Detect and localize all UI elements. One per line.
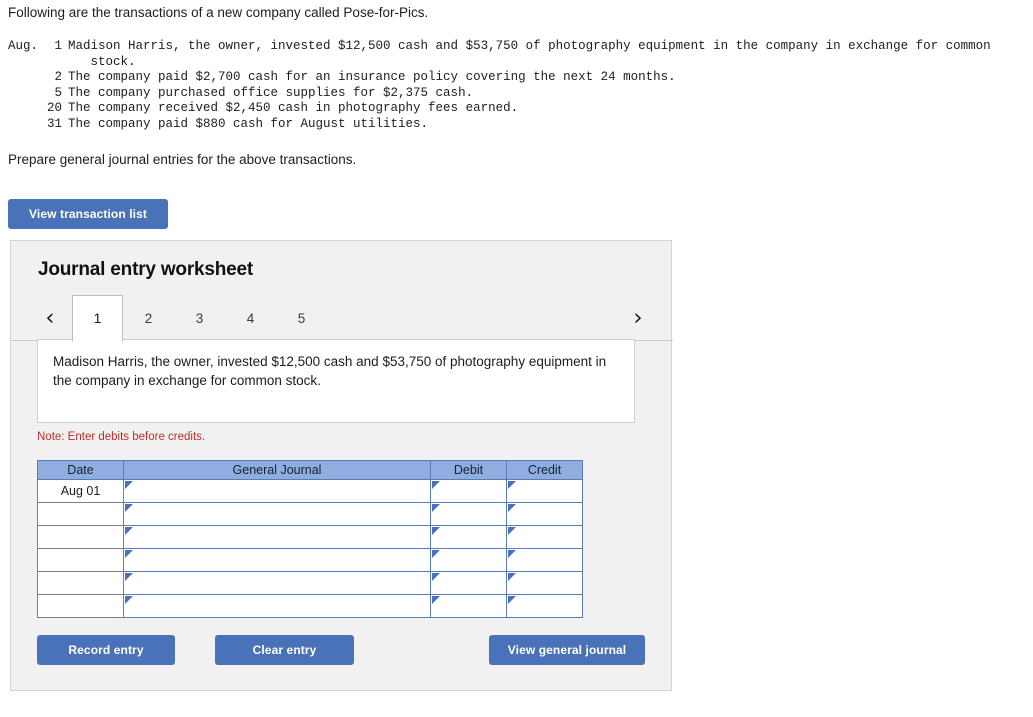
transaction-row: 20 The company received $2,450 cash in ph… [8, 101, 1023, 117]
column-header-credit: Credit [506, 460, 583, 480]
column-header-date: Date [37, 460, 124, 480]
transaction-description: The company paid $880 cash for August ut… [68, 116, 429, 131]
table-row [37, 548, 583, 572]
table-row [37, 571, 583, 595]
tab-list: 12345 [72, 294, 327, 342]
transaction-day: 1 [54, 39, 62, 53]
journal-account-input[interactable] [123, 502, 431, 526]
journal-date-cell [37, 502, 124, 526]
journal-debit-input[interactable] [430, 594, 507, 618]
journal-account-input[interactable] [123, 479, 431, 503]
journal-date-cell [37, 594, 124, 618]
problem-statement: Following are the transactions of a new … [8, 4, 1023, 169]
journal-date-cell [37, 548, 124, 572]
debit-credit-note: Note: Enter debits before credits. [37, 431, 206, 443]
journal-debit-input[interactable] [430, 502, 507, 526]
transaction-row: Aug. 1 Madison Harris, the owner, invested… [8, 39, 1023, 70]
journal-entry-table: Date General Journal Debit Credit Aug 01 [37, 460, 583, 618]
journal-date-cell [37, 525, 124, 549]
entry-description-box: Madison Harris, the owner, invested $12,… [37, 339, 635, 423]
transaction-description: The company paid $2,700 cash for an insu… [68, 70, 676, 84]
tab-entry-3[interactable]: 3 [174, 295, 225, 341]
journal-date-cell [37, 571, 124, 595]
entry-description-text: Madison Harris, the owner, invested $12,… [53, 354, 607, 388]
journal-credit-input[interactable] [506, 525, 583, 549]
column-header-general-journal: General Journal [123, 460, 431, 480]
transaction-description: The company received $2,450 cash in phot… [68, 101, 519, 115]
transaction-month-label: Aug. [8, 39, 39, 53]
journal-credit-input[interactable] [506, 548, 583, 572]
transaction-description: Madison Harris, the owner, invested $12,… [68, 39, 991, 69]
journal-credit-input[interactable] [506, 502, 583, 526]
table-row [37, 594, 583, 618]
journal-debit-input[interactable] [430, 571, 507, 595]
transaction-list: Aug. 1 Madison Harris, the owner, invested… [8, 39, 1023, 132]
tab-entry-2[interactable]: 2 [123, 295, 174, 341]
transaction-day: 5 [54, 85, 62, 100]
column-header-debit: Debit [430, 460, 507, 480]
view-general-journal-button[interactable]: View general journal [489, 635, 645, 665]
intro-text: Following are the transactions of a new … [8, 5, 429, 20]
tab-entry-5[interactable]: 5 [276, 295, 327, 341]
record-entry-button[interactable]: Record entry [37, 635, 175, 665]
journal-account-input[interactable] [123, 548, 431, 572]
page-title: Journal entry worksheet [38, 259, 254, 280]
view-transaction-list-button[interactable]: View transaction list [8, 199, 168, 229]
transaction-row: 2 The company paid $2,700 cash for an ins… [8, 70, 1023, 86]
transaction-row: 31 The company paid $880 cash for August … [8, 117, 1023, 133]
tab-entry-1[interactable]: 1 [72, 295, 123, 342]
clear-entry-button[interactable]: Clear entry [215, 635, 354, 665]
transaction-day: 2 [54, 70, 62, 84]
instruction-text: Prepare general journal entries for the … [8, 152, 357, 167]
journal-account-input[interactable] [123, 525, 431, 549]
transaction-row: 5 The company purchased office supplies f… [8, 86, 1023, 102]
journal-date-cell: Aug 01 [37, 479, 124, 503]
table-row [37, 525, 583, 549]
journal-debit-input[interactable] [430, 479, 507, 503]
table-row: Aug 01 [37, 479, 583, 503]
journal-credit-input[interactable] [506, 479, 583, 503]
journal-credit-input[interactable] [506, 594, 583, 618]
transaction-day: 31 [46, 116, 62, 131]
journal-debit-input[interactable] [430, 548, 507, 572]
journal-account-input[interactable] [123, 571, 431, 595]
chevron-right-icon[interactable]: › [625, 304, 651, 332]
transaction-description: The company purchased office supplies fo… [68, 85, 474, 100]
entry-tab-strip: ‹ 12345 › [11, 294, 673, 342]
table-row [37, 502, 583, 526]
journal-table-body: Aug 01 [37, 479, 583, 618]
journal-debit-input[interactable] [430, 525, 507, 549]
table-header-row: Date General Journal Debit Credit [37, 460, 583, 480]
journal-entry-worksheet-panel: Journal entry worksheet ‹ 12345 › Madiso… [10, 240, 673, 691]
journal-credit-input[interactable] [506, 571, 583, 595]
tab-entry-4[interactable]: 4 [225, 295, 276, 341]
chevron-left-icon[interactable]: ‹ [37, 304, 63, 332]
journal-account-input[interactable] [123, 594, 431, 618]
transaction-day: 20 [46, 101, 62, 115]
